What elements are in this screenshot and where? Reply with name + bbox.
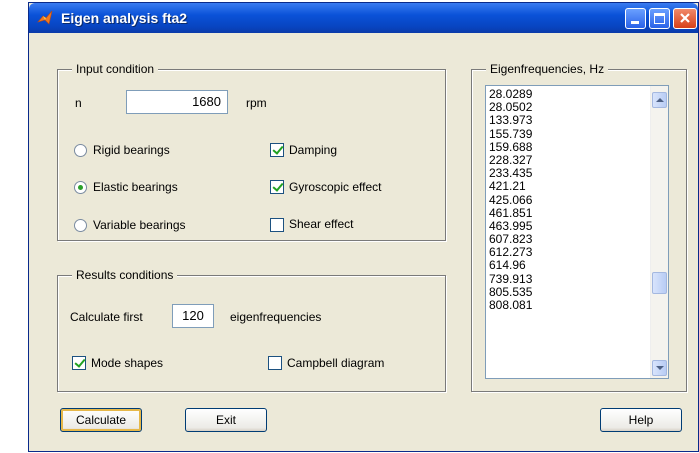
rigid-bearings-radio[interactable] bbox=[74, 144, 87, 157]
list-scrollbar[interactable] bbox=[650, 86, 668, 378]
exit-button[interactable]: Exit bbox=[185, 408, 267, 432]
rpm-input[interactable]: 1680 bbox=[126, 90, 228, 114]
results-conditions-legend: Results conditions bbox=[72, 268, 178, 282]
eigenfrequency-item[interactable]: 739.913 bbox=[489, 272, 532, 286]
calculate-button[interactable]: Calculate bbox=[60, 408, 142, 432]
mode-shapes-checkbox[interactable] bbox=[72, 356, 86, 370]
campbell-diagram-checkbox[interactable] bbox=[268, 356, 282, 370]
maximize-icon bbox=[654, 13, 665, 24]
eigenfrequency-item[interactable]: 461.851 bbox=[489, 206, 532, 220]
n-label: n bbox=[75, 96, 82, 110]
rpm-unit-label: rpm bbox=[246, 96, 267, 110]
eigenfrequency-list[interactable]: 28.0289 28.0502 133.973 155.739 159.688 228.3… bbox=[485, 85, 669, 379]
eigenfrequency-item[interactable]: 614.96 bbox=[489, 259, 532, 272]
eigenfrequencies-legend: Eigenfrequencies, Hz bbox=[486, 62, 609, 76]
window-title: Eigen analysis fta2 bbox=[61, 10, 188, 26]
minimize-button[interactable] bbox=[625, 8, 646, 29]
input-condition-legend: Input condition bbox=[72, 62, 159, 76]
damping-checkbox[interactable] bbox=[270, 143, 284, 157]
elastic-bearings-label[interactable]: Elastic bearings bbox=[93, 180, 178, 194]
title-bar[interactable]: Eigen analysis fta2 bbox=[29, 3, 698, 33]
eigenfrequency-item[interactable]: 133.973 bbox=[489, 114, 532, 127]
elastic-bearings-radio[interactable] bbox=[74, 181, 87, 194]
scroll-thumb[interactable] bbox=[652, 272, 667, 294]
maximize-button[interactable] bbox=[649, 8, 670, 29]
calculate-first-label: Calculate first bbox=[70, 310, 143, 324]
eigenfrequency-item[interactable]: 808.081 bbox=[489, 298, 532, 312]
damping-label[interactable]: Damping bbox=[289, 143, 337, 157]
variable-bearings-label[interactable]: Variable bearings bbox=[93, 218, 186, 232]
minimize-icon bbox=[631, 21, 639, 24]
mode-shapes-label[interactable]: Mode shapes bbox=[91, 356, 163, 370]
eigenfrequency-item[interactable]: 159.688 bbox=[489, 140, 532, 154]
close-icon bbox=[680, 13, 690, 23]
shear-effect-checkbox[interactable] bbox=[270, 218, 284, 232]
eigenfrequency-item[interactable]: 155.739 bbox=[489, 127, 532, 141]
rigid-bearings-label[interactable]: Rigid bearings bbox=[93, 143, 170, 157]
eigenfrequency-list-items: 28.0289 28.0502 133.973 155.739 159.688 228.3… bbox=[489, 87, 532, 312]
scroll-down-arrow-icon[interactable] bbox=[652, 360, 667, 376]
close-button[interactable] bbox=[673, 8, 697, 29]
shear-effect-label[interactable]: Shear effect bbox=[289, 217, 354, 231]
campbell-diagram-label[interactable]: Campbell diagram bbox=[287, 356, 384, 370]
results-conditions-group: Results conditions Calculate first 120 e… bbox=[57, 268, 446, 392]
eigenfrequency-item[interactable]: 421.21 bbox=[489, 180, 532, 193]
eigenfrequency-item[interactable]: 425.066 bbox=[489, 193, 532, 207]
eigenfrequency-count-input[interactable]: 120 bbox=[172, 304, 214, 328]
gyroscopic-effect-label[interactable]: Gyroscopic effect bbox=[289, 180, 381, 194]
variable-bearings-radio[interactable] bbox=[74, 219, 87, 232]
eigen-analysis-window: Eigen analysis fta2 Input condition n 16… bbox=[28, 2, 699, 452]
input-condition-group: Input condition n 1680 rpm Rigid bearing… bbox=[57, 62, 446, 241]
matlab-logo-icon bbox=[37, 10, 53, 25]
help-button[interactable]: Help bbox=[600, 408, 682, 432]
scroll-up-arrow-icon[interactable] bbox=[652, 92, 667, 108]
gyroscopic-effect-checkbox[interactable] bbox=[270, 180, 284, 194]
eigenfrequencies-unit-label: eigenfrequencies bbox=[230, 310, 322, 324]
